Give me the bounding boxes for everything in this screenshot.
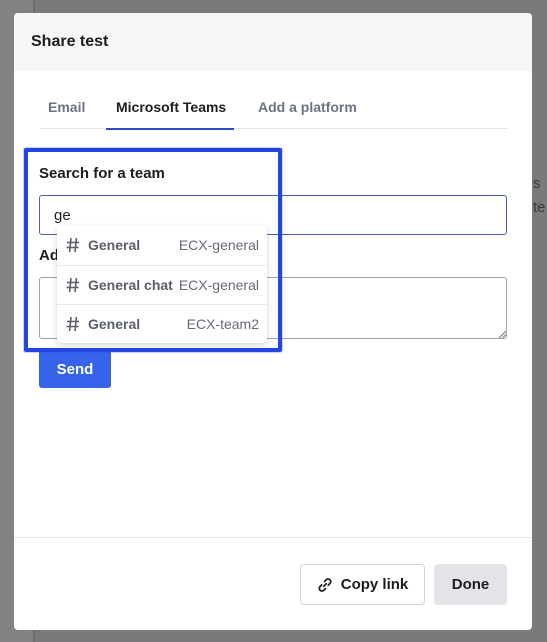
dialog-header: Share test [14, 13, 532, 71]
team-suggestions-dropdown: General ECX-general General chat ECX-gen… [57, 226, 267, 343]
dialog-title: Share test [31, 33, 109, 50]
hash-icon [66, 237, 79, 253]
copy-link-button[interactable]: Copy link [300, 564, 425, 605]
tab-add-platform[interactable]: Add a platform [258, 99, 357, 129]
team-suggestion-item[interactable]: General ECX-team2 [57, 304, 267, 343]
hash-icon [66, 277, 79, 293]
channel-name: General [88, 237, 141, 253]
background-page-text: s te [533, 172, 546, 220]
copy-link-label: Copy link [340, 576, 409, 593]
hash-icon [66, 316, 79, 332]
done-button[interactable]: Done [434, 564, 507, 605]
team-suggestion-item[interactable]: General chat ECX-general [57, 265, 267, 304]
team-name: ECX-general [178, 237, 259, 253]
background-text-line: te [533, 199, 546, 216]
search-team-label: Search for a team [39, 165, 165, 182]
add-message-label: Ad [39, 247, 59, 264]
resize-grip-icon[interactable] [498, 330, 506, 338]
channel-name: General [88, 316, 141, 332]
footer-divider [14, 537, 532, 538]
team-suggestion-item[interactable]: General ECX-general [57, 226, 267, 265]
background-text-line: s [533, 175, 541, 192]
channel-name: General chat [88, 277, 173, 293]
tab-email[interactable]: Email [48, 99, 85, 129]
link-icon [318, 577, 332, 592]
send-button[interactable]: Send [39, 350, 111, 388]
tab-microsoft-teams[interactable]: Microsoft Teams [105, 99, 235, 130]
team-name: ECX-team2 [186, 316, 259, 332]
team-name: ECX-general [178, 277, 259, 293]
share-tabs: Email Microsoft Teams Add a platform [40, 99, 508, 130]
